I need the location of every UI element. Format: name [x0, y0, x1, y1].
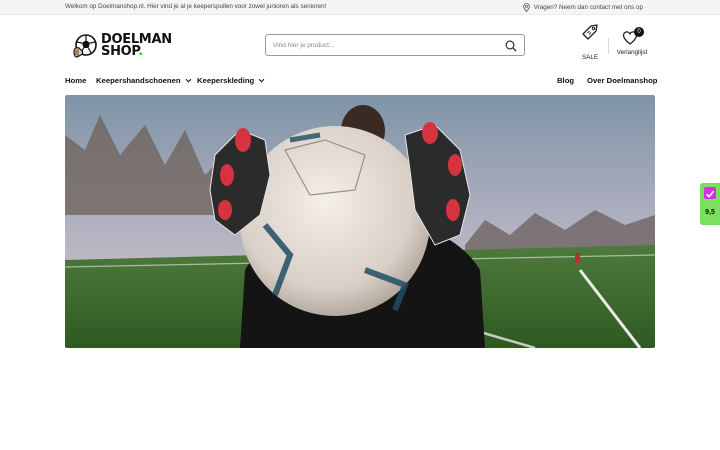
rating-widget[interactable]: 9,5: [700, 183, 720, 225]
nav-item-keepershandschoenen[interactable]: Keepershandschoenen: [96, 76, 192, 85]
wishlist-icon-wrap: 0: [622, 27, 644, 46]
nav-item-keeperskleding[interactable]: Keeperskleding: [197, 76, 265, 85]
logo-glove-ball-icon: [73, 34, 97, 58]
search-input[interactable]: [273, 39, 493, 52]
price-tag-icon: [582, 24, 598, 40]
rating-score: 9,5: [705, 209, 715, 216]
hero-goalkeeper-ball-image: [65, 95, 655, 348]
nav-item-label: Over Doelmanshop: [587, 76, 658, 85]
search-box: [265, 34, 525, 56]
sale-label: SALE: [581, 54, 599, 61]
main-navigation: Home Keepershandschoenen Keeperskleding …: [0, 72, 720, 90]
nav-item-label: Keeperskleding: [197, 76, 255, 85]
wishlist-count-badge: 0: [634, 27, 644, 37]
nav-item-over-doelmanshop[interactable]: Over Doelmanshop: [587, 76, 658, 85]
checkmark-icon: [704, 187, 716, 199]
chevron-down-icon: [185, 78, 191, 83]
wishlist-label: Verlanglijst: [616, 49, 648, 56]
map-pin-icon: [522, 3, 530, 12]
chevron-down-icon: [258, 78, 265, 83]
wishlist-link[interactable]: 0 Verlanglijst: [614, 27, 650, 56]
logo-line2: SHOP.: [101, 44, 172, 59]
nav-item-blog[interactable]: Blog: [557, 76, 574, 85]
welcome-text: Welkom op Doelmanshop.nl. Hier vind je a…: [65, 3, 327, 10]
logo-line2-text: SHOP: [101, 44, 139, 59]
nav-item-label: Home: [65, 76, 87, 85]
nav-item-label: Blog: [557, 76, 575, 85]
search-icon[interactable]: [505, 40, 517, 52]
contact-link[interactable]: Vragen? Neem dan contact met ons op: [522, 3, 643, 12]
header-separator: [608, 38, 609, 54]
hero-banner[interactable]: [65, 95, 655, 348]
nav-item-home[interactable]: Home: [65, 76, 86, 85]
site-logo[interactable]: DOELMAN SHOP.: [71, 32, 172, 60]
logo-dot: .: [138, 44, 143, 59]
nav-item-label: Keepershandschoenen: [96, 76, 181, 85]
top-info-bar: Welkom op Doelmanshop.nl. Hier vind je a…: [0, 0, 720, 15]
sale-link[interactable]: SALE: [578, 22, 602, 61]
contact-text: Vragen? Neem dan contact met ons op: [533, 4, 643, 11]
